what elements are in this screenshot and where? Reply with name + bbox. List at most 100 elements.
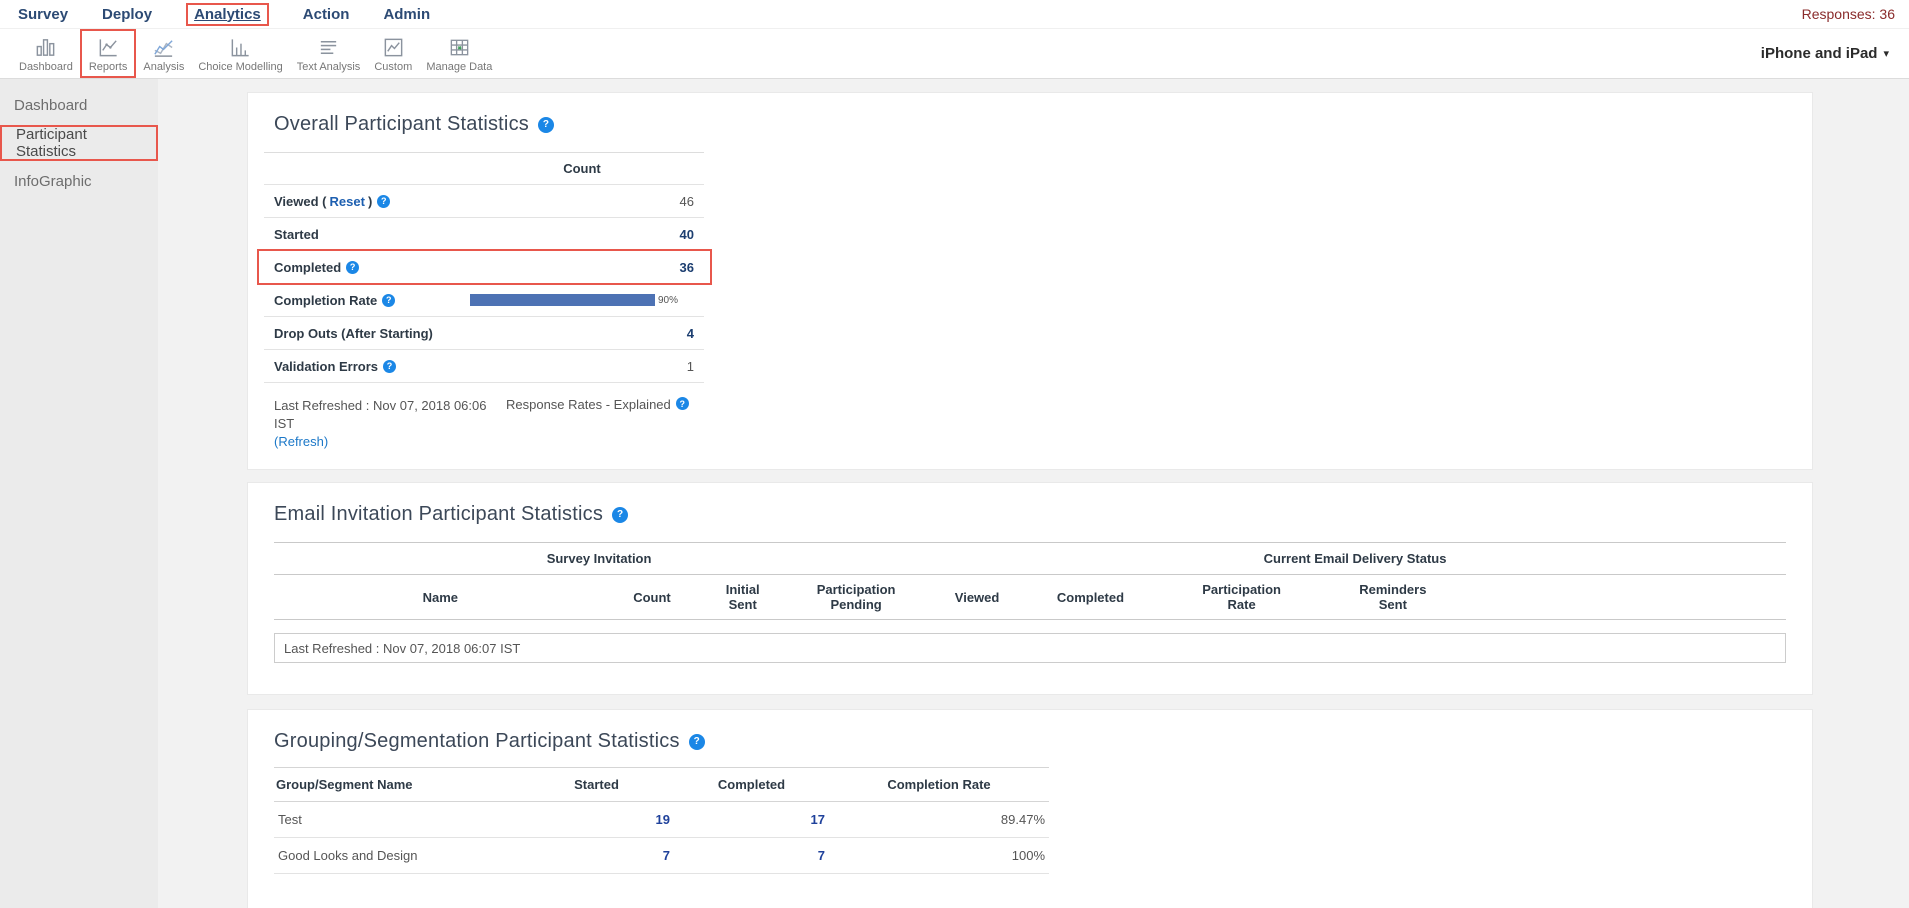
toolbar-analysis[interactable]: Analysis (136, 29, 191, 78)
overall-stats-table: Count Viewed ( Reset ) ? 46 Started 40 (264, 152, 704, 383)
group-started-count[interactable]: 19 (519, 802, 674, 838)
email-group-header-row: Survey Invitation Current Email Delivery… (274, 543, 1786, 575)
refresh-link[interactable]: (Refresh) (274, 434, 328, 449)
toolbar-reports-label: Reports (89, 61, 128, 73)
grouping-stats-card: Grouping/Segmentation Participant Statis… (248, 710, 1812, 908)
overall-stats-title: Overall Participant Statistics (274, 113, 529, 136)
validation-errors-help-icon[interactable]: ? (383, 360, 396, 373)
delivery-status-group-header: Current Email Delivery Status (924, 543, 1786, 575)
completed-help-icon[interactable]: ? (346, 261, 359, 274)
group-completion-rate: 89.47% (829, 802, 1049, 838)
nav-deploy[interactable]: Deploy (102, 6, 152, 23)
trend-chart-icon (152, 35, 175, 59)
toolbar-manage-data[interactable]: Manage Data (419, 29, 499, 78)
stat-row-started: Started 40 (264, 218, 704, 251)
stat-row-validation-errors: Validation Errors ? 1 (264, 350, 704, 383)
text-lines-icon (317, 35, 340, 59)
device-selector[interactable]: iPhone and iPad ▾ (1761, 29, 1889, 78)
group-completion-rate: 100% (829, 838, 1049, 874)
toolbar-dashboard-label: Dashboard (19, 61, 73, 73)
viewed-label-suffix: ) (368, 194, 372, 209)
axis-bars-icon (229, 35, 252, 59)
email-column-header-row: Name Count Initial Sent Participation Pe… (274, 575, 1786, 620)
top-nav: Survey Deploy Analytics Action Admin Res… (0, 0, 1909, 29)
email-stats-help-icon[interactable]: ? (612, 507, 628, 523)
chevron-down-icon: ▾ (1883, 47, 1889, 60)
completed-label: Completed (274, 260, 341, 275)
group-row-good-looks-and-design: Good Looks and Design 7 7 100% (274, 838, 1049, 874)
group-name: Good Looks and Design (274, 838, 519, 874)
overall-last-refreshed: Last Refreshed : Nov 07, 2018 06:06 IST (274, 398, 486, 431)
completion-rate-label: Completion Rate (274, 293, 377, 308)
toolbar-dashboard[interactable]: Dashboard (12, 29, 80, 78)
toolbar-custom-label: Custom (374, 61, 412, 73)
grouping-stats-title: Grouping/Segmentation Participant Statis… (274, 730, 680, 753)
validation-errors-count: 1 (470, 359, 704, 374)
stats-header-row: Count (264, 153, 704, 185)
grouping-col-started: Started (519, 768, 674, 802)
custom-chart-icon (382, 35, 405, 59)
grouping-stats-table: Group/Segment Name Started Completed Com… (274, 767, 1049, 874)
completion-rate-bar: 90% (470, 294, 678, 306)
toolbar-reports[interactable]: Reports (80, 29, 137, 78)
email-col-count: Count (607, 575, 698, 620)
sidebar-item-dashboard[interactable]: Dashboard (0, 87, 158, 123)
grouping-header-row: Group/Segment Name Started Completed Com… (274, 768, 1049, 802)
email-col-participation-pending: Participation Pending (788, 575, 924, 620)
nav-admin[interactable]: Admin (383, 6, 430, 23)
toolbar-text-analysis-label: Text Analysis (297, 61, 361, 73)
bar-chart-icon (34, 35, 57, 59)
started-label: Started (274, 227, 319, 242)
main-content: Overall Participant Statistics ? Count V… (158, 79, 1909, 908)
stat-row-viewed: Viewed ( Reset ) ? 46 (264, 185, 704, 218)
response-rates-explained-label[interactable]: Response Rates - Explained (506, 397, 671, 412)
email-col-filler (1453, 575, 1786, 620)
stat-row-completed: Completed ? 36 (264, 251, 704, 284)
toolbar-custom[interactable]: Custom (367, 29, 419, 78)
data-grid-icon (448, 35, 471, 59)
toolbar-text-analysis[interactable]: Text Analysis (290, 29, 368, 78)
group-row-test: Test 19 17 89.47% (274, 802, 1049, 838)
validation-errors-label: Validation Errors (274, 359, 378, 374)
viewed-count: 46 (470, 194, 704, 209)
group-completed-count[interactable]: 7 (674, 838, 829, 874)
grouping-stats-help-icon[interactable]: ? (689, 734, 705, 750)
email-stats-card: Email Invitation Participant Statistics … (248, 483, 1812, 694)
grouping-col-completion-rate: Completion Rate (829, 768, 1049, 802)
email-col-initial-sent: Initial Sent (697, 575, 788, 620)
completion-rate-bar-fill (470, 294, 655, 306)
email-col-viewed: Viewed (924, 575, 1030, 620)
stat-row-dropouts: Drop Outs (After Starting) 4 (264, 317, 704, 350)
completion-rate-help-icon[interactable]: ? (382, 294, 395, 307)
completed-count: 36 (470, 260, 704, 275)
grouping-col-name: Group/Segment Name (274, 768, 519, 802)
stat-row-completion-rate: Completion Rate ? 90% (264, 284, 704, 317)
sidebar-item-infographic[interactable]: InfoGraphic (0, 163, 158, 199)
email-stats-table: Survey Invitation Current Email Delivery… (274, 542, 1786, 620)
overall-help-icon[interactable]: ? (538, 117, 554, 133)
toolbar-choice-modelling[interactable]: Choice Modelling (191, 29, 289, 78)
nav-survey[interactable]: Survey (18, 6, 68, 23)
email-last-refreshed: Last Refreshed : Nov 07, 2018 06:07 IST (284, 641, 520, 656)
analytics-toolbar: Dashboard Reports Analysis Choice Modell… (0, 29, 1909, 79)
responses-counter[interactable]: Responses: 36 (1802, 6, 1895, 22)
email-col-reminders-sent: Reminders Sent (1332, 575, 1453, 620)
nav-action[interactable]: Action (303, 6, 350, 23)
completion-rate-percent: 90% (658, 295, 678, 306)
sidebar-item-participant-statistics[interactable]: Participant Statistics (0, 125, 158, 161)
group-started-count[interactable]: 7 (519, 838, 674, 874)
toolbar-manage-data-label: Manage Data (426, 61, 492, 73)
viewed-help-icon[interactable]: ? (377, 195, 390, 208)
response-rates-help-icon[interactable]: ? (676, 397, 689, 410)
reports-sidebar: Dashboard Participant Statistics InfoGra… (0, 79, 158, 908)
started-count: 40 (470, 227, 704, 242)
email-col-participation-rate: Participation Rate (1151, 575, 1332, 620)
dropouts-count: 4 (470, 326, 704, 341)
nav-analytics[interactable]: Analytics (186, 3, 269, 26)
email-col-completed: Completed (1030, 575, 1151, 620)
viewed-label: Viewed ( (274, 194, 327, 209)
reset-link[interactable]: Reset (330, 194, 365, 209)
email-col-name: Name (274, 575, 607, 620)
toolbar-analysis-label: Analysis (143, 61, 184, 73)
group-completed-count[interactable]: 17 (674, 802, 829, 838)
